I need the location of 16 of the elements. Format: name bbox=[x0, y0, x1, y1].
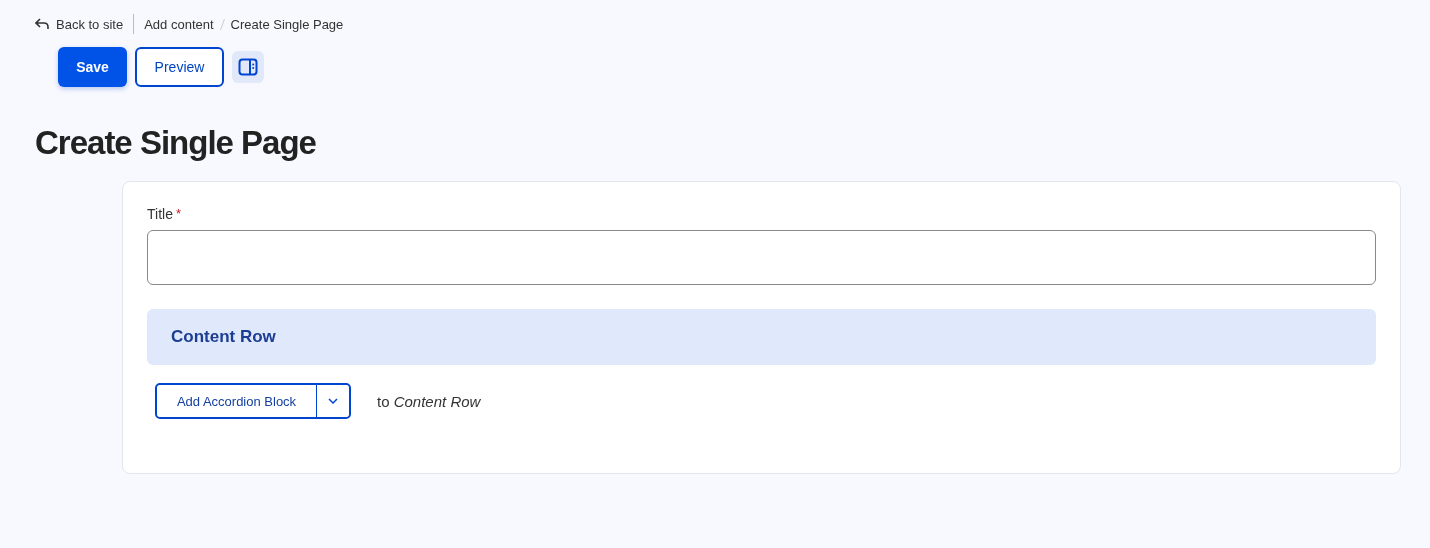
preview-button[interactable]: Preview bbox=[135, 47, 224, 87]
sidebar-panel-icon bbox=[238, 58, 258, 76]
sidebar-toggle-button[interactable] bbox=[232, 51, 264, 83]
save-button[interactable]: Save bbox=[58, 47, 127, 87]
title-input[interactable] bbox=[147, 230, 1376, 285]
breadcrumb-link[interactable]: Add content bbox=[144, 16, 214, 32]
field-label: Title bbox=[147, 206, 173, 222]
add-target-text: to Content Row bbox=[377, 392, 481, 410]
chevron-down-icon bbox=[328, 398, 338, 404]
section-title: Content Row bbox=[171, 327, 276, 347]
required-mark: * bbox=[175, 206, 181, 221]
breadcrumb-link[interactable]: Create Single Page bbox=[230, 16, 344, 32]
page-title: Create Single Page bbox=[35, 124, 317, 162]
back-arrow-icon bbox=[35, 18, 49, 30]
back-link[interactable]: Back to site bbox=[35, 16, 124, 32]
add-block-button[interactable]: Add Accordion Block bbox=[157, 385, 317, 417]
